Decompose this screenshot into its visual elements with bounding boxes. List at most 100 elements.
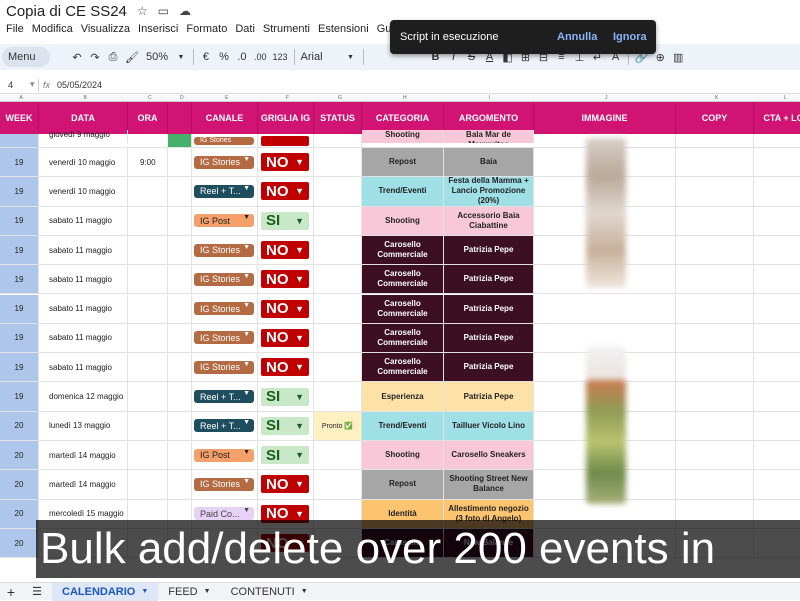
date-cell[interactable]: venerdì 10 maggio	[39, 177, 128, 206]
grid-cell[interactable]: NO ▼	[258, 235, 314, 265]
week-cell[interactable]: 19	[0, 206, 39, 235]
status-cell[interactable]	[314, 470, 362, 499]
currency-format-button[interactable]: €	[197, 46, 215, 68]
all-sheets-icon[interactable]: ☰	[22, 585, 52, 598]
grid-dropdown[interactable]: NO ▼	[261, 153, 309, 172]
week-cell[interactable]	[0, 134, 39, 147]
cloud-status-icon[interactable]: ☁	[179, 4, 191, 18]
number-format-button[interactable]: 123	[269, 46, 290, 68]
move-folder-icon[interactable]: ▭	[158, 4, 169, 18]
grid-dropdown[interactable]: NO ▼	[261, 270, 309, 289]
chevron-down-icon[interactable]: ▼	[301, 588, 308, 595]
channel-cell[interactable]: IG Stories	[192, 134, 258, 147]
copy-cell[interactable]	[676, 382, 754, 411]
date-cell[interactable]: lunedì 13 maggio	[39, 411, 128, 440]
chevron-down-icon[interactable]: ▼	[295, 333, 304, 343]
week-cell[interactable]: 19	[0, 353, 39, 382]
copy-cell[interactable]	[676, 148, 754, 177]
grid-dropdown[interactable]	[261, 135, 309, 146]
week-cell[interactable]: 20	[0, 470, 39, 499]
column-letter[interactable]: B	[84, 95, 87, 101]
cta-cell[interactable]	[754, 295, 800, 323]
print-icon[interactable]: ⎙	[104, 46, 122, 68]
time-cell[interactable]	[128, 235, 168, 265]
time-cell[interactable]	[128, 177, 168, 206]
increase-decimals-button[interactable]: .00	[251, 46, 270, 68]
blank-cell[interactable]	[168, 441, 192, 470]
channel-dropdown[interactable]: Paid Co... ▼	[194, 507, 254, 521]
grid-dropdown[interactable]: NO ▼	[261, 475, 309, 494]
week-cell[interactable]: 20	[0, 411, 39, 440]
week-cell[interactable]: 20	[0, 528, 39, 558]
time-cell[interactable]	[128, 441, 168, 470]
status-cell[interactable]	[314, 265, 362, 294]
column-letter[interactable]: H	[403, 95, 407, 101]
table-row[interactable]: 19 venerdì 10 maggio Reel + T... ▼ NO ▼ Trend/…	[0, 177, 800, 207]
copy-cell[interactable]	[676, 294, 754, 323]
blank-cell[interactable]	[168, 148, 192, 177]
ignore-button[interactable]: Ignora	[613, 31, 647, 43]
column-header[interactable]: CTA + LO	[754, 102, 800, 134]
channel-dropdown[interactable]: IG Stories ▼	[194, 477, 254, 491]
category-cell[interactable]: Repost	[362, 148, 444, 177]
category-cell[interactable]: Shooting	[362, 130, 444, 143]
time-cell[interactable]	[128, 470, 168, 499]
channel-cell[interactable]: IG Stories ▼	[192, 323, 258, 353]
cta-cell[interactable]	[754, 265, 800, 293]
date-cell[interactable]: sabato 11 maggio	[39, 265, 128, 294]
column-letter[interactable]: E	[225, 95, 228, 101]
insert-chart-icon[interactable]: ▥	[669, 46, 687, 68]
column-letter[interactable]: L	[784, 95, 787, 101]
grid-cell[interactable]: NO ▼	[258, 323, 314, 353]
topic-cell[interactable]: Accessorio Baia Ciabattine	[444, 206, 534, 235]
channel-dropdown[interactable]: IG Post ▼	[194, 214, 254, 228]
table-row[interactable]: 19 sabato 11 maggio IG Stories ▼ NO ▼ Carosell…	[0, 265, 800, 295]
status-cell[interactable]	[314, 382, 362, 411]
topic-cell[interactable]: Patrizia Pepe	[444, 353, 534, 382]
channel-cell[interactable]: IG Stories ▼	[192, 265, 258, 294]
chevron-down-icon[interactable]: ▼	[295, 509, 304, 519]
channel-cell[interactable]: IG Stories ▼	[192, 148, 258, 177]
grid-dropdown[interactable]: NO ▼	[261, 241, 309, 260]
grid-dropdown[interactable]: SI ▼	[261, 416, 309, 435]
column-header[interactable]: COPY	[676, 102, 754, 134]
category-cell[interactable]: Carosello Commerciale	[362, 294, 444, 323]
week-cell[interactable]: 19	[0, 294, 39, 323]
column-letter[interactable]: D	[180, 95, 184, 101]
copy-cell[interactable]	[676, 411, 754, 440]
column-letter[interactable]: J	[605, 95, 608, 101]
column-header[interactable]: STATUS	[314, 102, 362, 134]
category-cell[interactable]: Carosello Commerciale	[362, 235, 444, 265]
channel-cell[interactable]: IG Post ▼	[192, 441, 258, 470]
grid-cell[interactable]: SI ▼	[258, 206, 314, 235]
week-cell[interactable]: 19	[0, 265, 39, 294]
grid-dropdown[interactable]: NO ▼	[261, 299, 309, 318]
copy-cell[interactable]	[676, 177, 754, 206]
time-cell[interactable]	[128, 382, 168, 411]
blank-cell[interactable]	[168, 382, 192, 411]
copy-cell[interactable]	[676, 353, 754, 382]
chevron-down-icon[interactable]: ▼	[243, 273, 250, 280]
status-cell[interactable]	[314, 441, 362, 470]
copy-cell[interactable]	[676, 323, 754, 353]
blank-cell[interactable]	[168, 353, 192, 382]
chevron-down-icon[interactable]: ▼	[243, 302, 250, 309]
column-header[interactable]: GRIGLIA IG	[258, 102, 314, 134]
table-row[interactable]: giovedì 9 maggio IG Stories Shooting Bala M…	[0, 130, 800, 148]
channel-cell[interactable]: Reel + T... ▼	[192, 382, 258, 411]
date-cell[interactable]: sabato 11 maggio	[39, 294, 128, 323]
topic-cell[interactable]: Tailluer Vicolo Lino	[444, 411, 534, 440]
post-image-thumbnail[interactable]	[586, 380, 626, 504]
post-image-thumbnail[interactable]	[586, 138, 626, 288]
week-cell[interactable]: 19	[0, 235, 39, 265]
cta-cell[interactable]	[754, 382, 800, 410]
topic-cell[interactable]: Patrizia Pepe	[444, 323, 534, 353]
tab-contenuti[interactable]: CONTENUTI ▼	[221, 583, 318, 601]
font-size-input[interactable]	[367, 46, 387, 68]
percent-format-button[interactable]: %	[215, 46, 233, 68]
table-row[interactable]: 19 domenica 12 maggio Reel + T... ▼ SI ▼ Esper…	[0, 382, 800, 412]
category-cell[interactable]: Repost	[362, 470, 444, 499]
copy-cell[interactable]	[676, 441, 754, 470]
date-cell[interactable]: giovedì 9 maggio	[39, 130, 128, 143]
table-row[interactable]: 20 martedì 14 maggio IG Stories ▼ NO ▼ Repost S…	[0, 470, 800, 500]
